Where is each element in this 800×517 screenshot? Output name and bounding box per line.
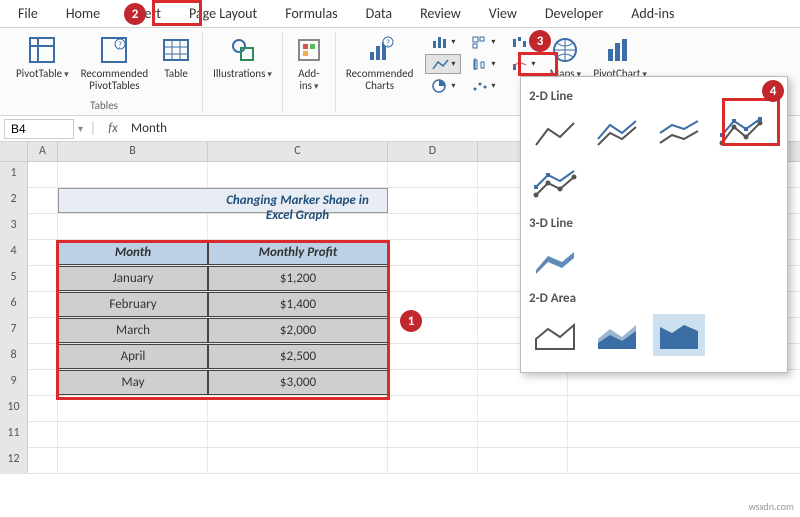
combo-icon (511, 57, 531, 71)
stacked-line-markers-option[interactable] (529, 164, 581, 206)
table-row[interactable]: March (58, 318, 208, 343)
rowhdr-8[interactable]: 8 (0, 344, 28, 369)
group-tables: PivotTable ? Recommended PivotTables Tab… (6, 32, 203, 113)
insert-line-chart-dropdown: 2-D Line 3-D Line 2-D Area (520, 76, 788, 373)
tab-data[interactable]: Data (352, 0, 406, 27)
scatter-chart-button[interactable]: ▾ (465, 76, 501, 96)
rowhdr-9[interactable]: 9 (0, 370, 28, 395)
combo-chart-button[interactable]: ▾ (505, 54, 541, 74)
100-stacked-area-chart-option[interactable] (653, 314, 705, 356)
tab-developer[interactable]: Developer (531, 0, 617, 27)
ribbon-tabs: File Home Insert Page Layout Formulas Da… (0, 0, 800, 28)
tab-insert[interactable]: Insert (114, 0, 175, 27)
group-addins: Add- ins (283, 32, 336, 113)
tab-view[interactable]: View (475, 0, 531, 27)
tab-addins[interactable]: Add-ins (617, 0, 688, 27)
name-box[interactable] (4, 119, 74, 139)
rowhdr-5[interactable]: 5 (0, 266, 28, 291)
rowhdr-11[interactable]: 11 (0, 422, 28, 447)
fx-icon[interactable]: fx (103, 121, 123, 136)
colhdr-D[interactable]: D (388, 142, 478, 161)
table-row[interactable]: May (58, 370, 208, 395)
hierarchy-icon (471, 35, 491, 49)
title-cell[interactable] (58, 188, 208, 213)
table-row[interactable]: $1,200 (208, 266, 388, 291)
waterfall-icon (511, 35, 531, 49)
table-row[interactable]: $2,500 (208, 344, 388, 369)
3d-line-chart-option[interactable] (529, 239, 581, 281)
rowhdr-7[interactable]: 7 (0, 318, 28, 343)
addins-button[interactable]: Add- ins (289, 32, 329, 99)
colhdr-A[interactable]: A (28, 142, 58, 161)
recommended-charts-button[interactable]: ? Recommended Charts (342, 32, 417, 99)
line-chart-option[interactable] (529, 112, 581, 154)
select-all-corner[interactable] (0, 142, 28, 161)
table-icon (160, 34, 192, 66)
table-row[interactable]: $2,000 (208, 318, 388, 343)
recommended-pivottables-icon: ? (98, 34, 130, 66)
title-cell-2[interactable]: Changing Marker Shape in Excel Graph (208, 188, 388, 213)
table-button[interactable]: Table (156, 32, 196, 99)
hierarchy-chart-button[interactable]: ▾ (465, 32, 501, 52)
rowhdr-3[interactable]: 3 (0, 214, 28, 239)
scatter-icon (471, 79, 491, 93)
100-stacked-line-chart-option[interactable] (653, 112, 705, 154)
tab-formulas[interactable]: Formulas (271, 0, 351, 27)
stacked-area-chart-option[interactable] (591, 314, 643, 356)
rowhdr-1[interactable]: 1 (0, 162, 28, 187)
table-row[interactable]: January (58, 266, 208, 291)
svg-text:?: ? (118, 40, 122, 51)
section-2d-area: 2-D Area (529, 291, 779, 306)
table-row[interactable]: April (58, 344, 208, 369)
table-row[interactable]: $1,400 (208, 292, 388, 317)
recommended-charts-icon: ? (364, 34, 396, 66)
line-with-markers-option[interactable] (715, 112, 767, 154)
group-tables-label: Tables (90, 99, 118, 113)
waterfall-chart-button[interactable]: ▾ (505, 32, 541, 52)
section-2d-line: 2-D Line (529, 89, 779, 104)
pie-chart-button[interactable]: ▾ (425, 76, 461, 96)
statistic-chart-button[interactable]: ▾ (465, 54, 501, 74)
rowhdr-10[interactable]: 10 (0, 396, 28, 421)
line-chart-button[interactable]: ▾ (425, 54, 461, 74)
table-row[interactable]: $3,000 (208, 370, 388, 395)
svg-text:?: ? (386, 38, 390, 49)
colhdr-B[interactable]: B (58, 142, 208, 161)
th-profit[interactable]: Monthly Profit (208, 240, 388, 265)
recommended-pivottables-button[interactable]: ? Recommended PivotTables (77, 32, 152, 99)
shapes-icon (227, 34, 259, 66)
statistic-icon (471, 57, 491, 71)
rowhdr-4[interactable]: 4 (0, 240, 28, 265)
tab-review[interactable]: Review (406, 0, 475, 27)
tab-file[interactable]: File (4, 0, 52, 27)
rowhdr-12[interactable]: 12 (0, 448, 28, 473)
watermark: wsxdn.com (749, 500, 794, 513)
pivotchart-icon (604, 34, 636, 66)
pie-chart-icon (431, 79, 451, 93)
rowhdr-6[interactable]: 6 (0, 292, 28, 317)
pivottable-button[interactable]: PivotTable (12, 32, 73, 99)
colhdr-C[interactable]: C (208, 142, 388, 161)
tab-home[interactable]: Home (52, 0, 114, 27)
table-row[interactable]: February (58, 292, 208, 317)
rowhdr-2[interactable]: 2 (0, 188, 28, 213)
tab-page-layout[interactable]: Page Layout (175, 0, 271, 27)
section-3d-line: 3-D Line (529, 216, 779, 231)
area-chart-option[interactable] (529, 314, 581, 356)
stacked-line-chart-option[interactable] (591, 112, 643, 154)
illustrations-button[interactable]: Illustrations (209, 32, 276, 99)
line-chart-icon (431, 57, 451, 71)
pivottable-icon (26, 34, 58, 66)
column-chart-icon (431, 35, 451, 49)
globe-icon (549, 34, 581, 66)
column-chart-button[interactable]: ▾ (425, 32, 461, 52)
group-illustrations: Illustrations (203, 32, 283, 113)
addins-icon (293, 34, 325, 66)
th-month[interactable]: Month (58, 240, 208, 265)
